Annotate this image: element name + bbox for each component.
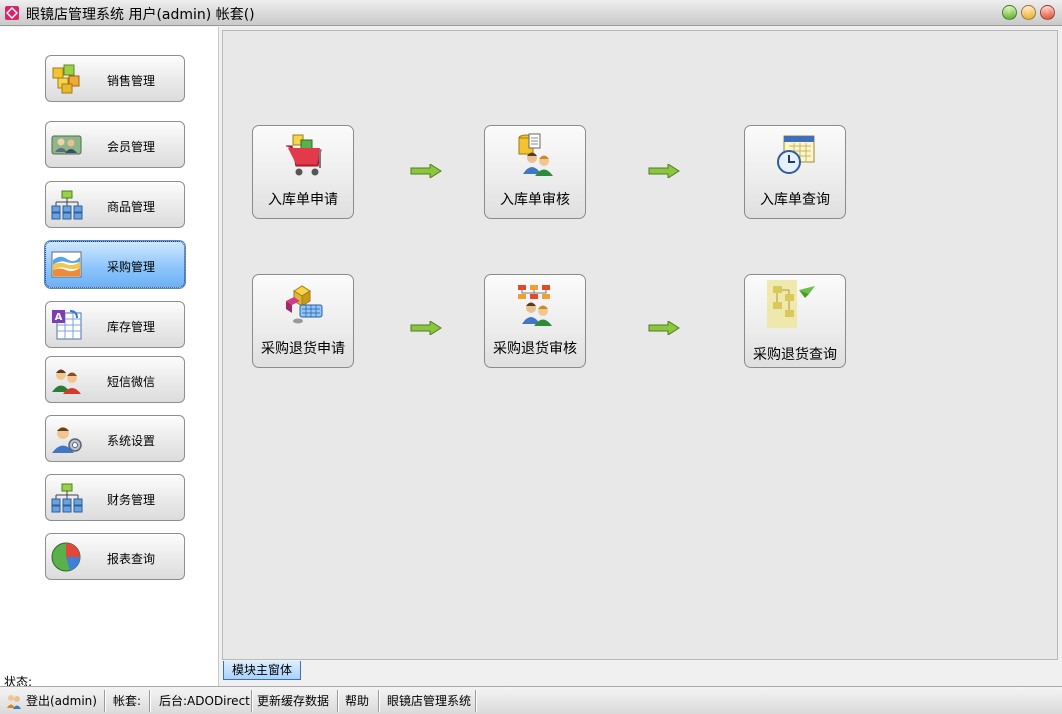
return-audit-icon xyxy=(518,285,552,326)
app-name-label: 眼镜店管理系统 xyxy=(387,694,472,708)
action-label: 入库单申请 xyxy=(268,192,338,208)
account-label: 帐套: xyxy=(113,694,142,708)
calendar-clock-icon xyxy=(777,135,815,174)
backend-label: 后台:ADODirect xyxy=(159,694,250,708)
window-title: 眼镜店管理系统 用户(admin) 帐套() xyxy=(26,7,255,23)
action-label: 采购退货查询 xyxy=(753,347,837,363)
help-button[interactable]: 帮助 xyxy=(345,691,369,711)
settings-user-icon xyxy=(52,427,82,453)
sidebar-item-members[interactable]: 会员管理 xyxy=(45,121,185,168)
sms-users-icon xyxy=(52,369,81,394)
return-keyboard-icon xyxy=(286,285,323,324)
sidebar-item-label: 财务管理 xyxy=(106,493,155,507)
sidebar-item-sms-wechat[interactable]: 短信微信 xyxy=(45,356,185,403)
status-bar: 登出(admin) 帐套: 后台:ADODirect 更新缓存数据 帮助 眼镜店… xyxy=(0,686,1062,714)
purchase-chart-icon xyxy=(51,251,82,278)
status-separator xyxy=(149,690,151,712)
action-label: 入库单审核 xyxy=(500,192,570,208)
inbound-query-button[interactable]: 入库单查询 xyxy=(744,125,846,219)
status-separator xyxy=(378,690,380,712)
flow-arrow-icon xyxy=(410,164,442,178)
sidebar-item-label: 系统设置 xyxy=(106,434,155,448)
return-query-icon xyxy=(767,280,815,328)
inbound-audit-button[interactable]: 入库单审核 xyxy=(484,125,586,219)
flow-arrow-icon xyxy=(648,164,680,178)
member-card-icon xyxy=(51,135,82,155)
sidebar-item-inventory[interactable]: A 库存管理 xyxy=(45,301,185,348)
finance-tree-icon xyxy=(51,483,83,513)
purchase-return-request-button[interactable]: 采购退货申请 xyxy=(252,274,354,368)
sidebar-item-label: 采购管理 xyxy=(106,260,155,274)
action-label: 采购退货申请 xyxy=(261,341,345,357)
flow-arrow-icon xyxy=(648,321,680,335)
sidebar: 销售管理 会员管理 商品管理 采购管理 A 库存管理 短信微信 系统设置 财务管… xyxy=(0,27,219,689)
tab-module-main-window[interactable]: 模块主窗体 xyxy=(223,661,301,680)
close-button[interactable] xyxy=(1040,5,1055,20)
report-pie-icon xyxy=(51,542,81,572)
status-separator xyxy=(337,690,339,712)
sidebar-item-products[interactable]: 商品管理 xyxy=(45,181,185,228)
sidebar-item-label: 商品管理 xyxy=(106,200,155,214)
action-label: 入库单查询 xyxy=(760,192,830,208)
status-separator xyxy=(251,690,253,712)
minimize-button[interactable] xyxy=(1002,5,1017,20)
flow-arrow-icon xyxy=(410,321,442,335)
sidebar-item-reports[interactable]: 报表查询 xyxy=(45,533,185,580)
purchase-return-query-button[interactable]: 采购退货查询 xyxy=(744,274,846,368)
sidebar-item-finance[interactable]: 财务管理 xyxy=(45,474,185,521)
sidebar-item-label: 销售管理 xyxy=(106,74,155,88)
sidebar-item-label: 库存管理 xyxy=(106,320,155,334)
status-separator xyxy=(475,690,477,712)
logout-users-icon xyxy=(7,695,21,709)
action-label: 采购退货审核 xyxy=(493,341,577,357)
status-separator xyxy=(104,690,106,712)
sidebar-item-label: 短信微信 xyxy=(106,375,155,389)
sidebar-item-label: 报表查询 xyxy=(106,552,155,566)
title-bar: 眼镜店管理系统 用户(admin) 帐套() xyxy=(0,0,1062,26)
sidebar-item-purchase[interactable]: 采购管理 xyxy=(45,241,185,288)
product-tree-icon xyxy=(51,190,83,220)
purchase-return-audit-button[interactable]: 采购退货审核 xyxy=(484,274,586,368)
cart-icon xyxy=(286,134,322,176)
sidebar-item-settings[interactable]: 系统设置 xyxy=(45,415,185,462)
sidebar-item-label: 会员管理 xyxy=(106,140,155,154)
sales-cubes-icon xyxy=(52,64,80,94)
inventory-table-icon: A xyxy=(52,310,82,340)
logout-button[interactable]: 登出(admin) xyxy=(26,691,97,711)
refresh-cache-button[interactable]: 更新缓存数据 xyxy=(257,691,329,711)
app-logo-icon xyxy=(5,6,19,20)
maximize-button[interactable] xyxy=(1021,5,1036,20)
svg-text:A: A xyxy=(55,312,63,323)
module-content: 入库单申请 入库单审核 入库单查询 采购退货申请 采购退货审核 采购退货查询 xyxy=(222,30,1058,660)
sidebar-item-sales[interactable]: 销售管理 xyxy=(45,55,185,102)
audit-users-icon xyxy=(518,133,553,176)
inbound-request-button[interactable]: 入库单申请 xyxy=(252,125,354,219)
main-panel: 入库单申请 入库单审核 入库单查询 采购退货申请 采购退货审核 采购退货查询 模… xyxy=(220,27,1062,686)
